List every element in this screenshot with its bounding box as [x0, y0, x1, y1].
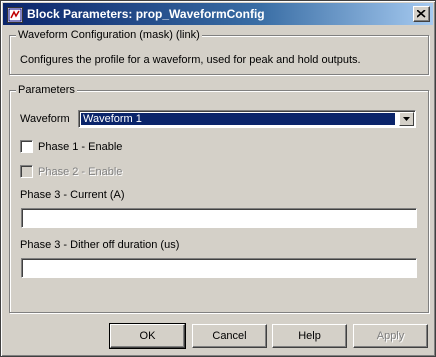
title-bar[interactable]: Block Parameters: prop_WaveformConfig — [3, 3, 433, 25]
waveform-label: Waveform — [20, 113, 70, 125]
ok-button[interactable]: OK — [109, 323, 186, 349]
parameters-group: Parameters Waveform Waveform 1 Phase 1 -… — [9, 84, 429, 313]
phase2-enable-checkbox — [20, 165, 33, 178]
close-icon — [417, 10, 426, 18]
mask-description: Configures the profile for a waveform, u… — [20, 54, 361, 66]
waveform-selected-value: Waveform 1 — [81, 113, 395, 125]
phase1-enable-label[interactable]: Phase 1 - Enable — [38, 141, 122, 153]
phase1-enable-checkbox[interactable] — [20, 140, 33, 153]
help-button[interactable]: Help — [272, 324, 347, 348]
window-title: Block Parameters: prop_WaveformConfig — [27, 7, 265, 21]
simulink-block-icon — [7, 7, 23, 23]
parameters-group-legend: Parameters — [16, 84, 77, 97]
phase2-enable-label: Phase 2 - Enable — [38, 166, 123, 178]
phase3-current-input[interactable] — [21, 208, 417, 228]
waveform-select[interactable]: Waveform 1 — [78, 110, 416, 128]
chevron-down-icon — [403, 117, 410, 121]
close-button[interactable] — [413, 6, 430, 22]
phase3-current-label: Phase 3 - Current (A) — [20, 189, 125, 201]
apply-button: Apply — [353, 324, 428, 348]
phase3-dither-input[interactable] — [21, 258, 417, 278]
cancel-button[interactable]: Cancel — [192, 324, 267, 348]
phase3-dither-label: Phase 3 - Dither off duration (us) — [20, 239, 180, 251]
mask-group-legend: Waveform Configuration (mask) (link) — [16, 29, 202, 42]
block-parameters-dialog: Block Parameters: prop_WaveformConfig Wa… — [0, 0, 436, 357]
mask-description-group: Waveform Configuration (mask) (link) Con… — [9, 29, 429, 75]
dropdown-button[interactable] — [399, 112, 414, 126]
